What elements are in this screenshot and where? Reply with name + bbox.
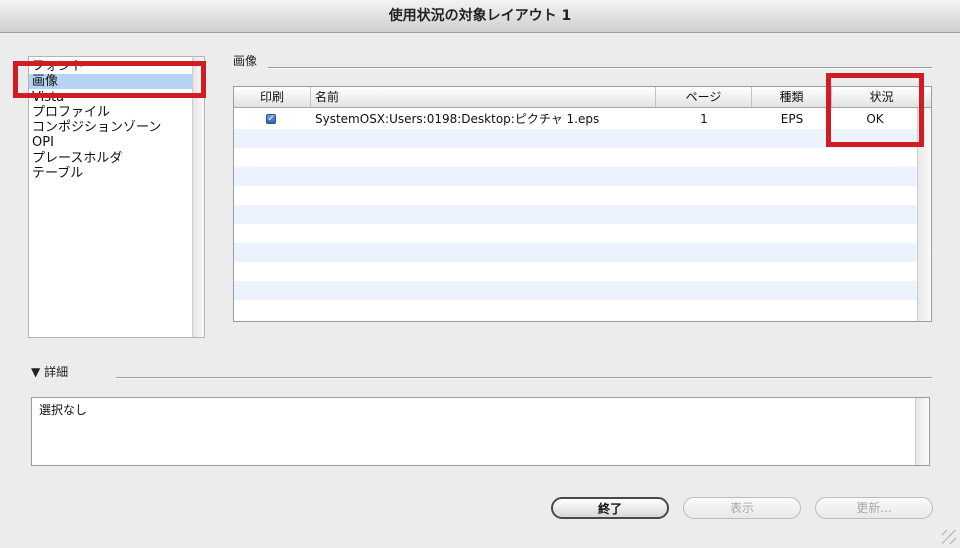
table-row-empty: [234, 300, 918, 319]
image-status-cell: OK: [866, 112, 884, 126]
category-list[interactable]: フォント 画像 Vista プロファイル コンポジションゾーン OPI プレース…: [28, 56, 205, 338]
image-type-cell: EPS: [780, 112, 804, 126]
table-row-empty: [234, 243, 918, 262]
details-text: 選択なし: [39, 403, 88, 417]
details-divider: [116, 377, 932, 379]
table-row[interactable]: ✓ SystemOSX:Users:0198:Desktop:ピクチャ 1.ep…: [234, 110, 918, 129]
table-row-empty: [234, 186, 918, 205]
table-row-empty: [234, 262, 918, 281]
sidebar-item-profiles[interactable]: プロファイル: [29, 105, 197, 120]
table-header: 印刷 名前 ページ 種類 状況: [234, 87, 931, 108]
column-header-page[interactable]: ページ: [656, 87, 752, 107]
sidebar-item-placeholders[interactable]: プレースホルダ: [29, 151, 197, 166]
images-table[interactable]: 印刷 名前 ページ 種類 状況 ✓ SystemOSX:Users:0198:D…: [233, 86, 932, 322]
sidebar-item-images[interactable]: 画像: [29, 74, 197, 89]
column-header-print[interactable]: 印刷: [234, 87, 311, 107]
table-row-empty: [234, 129, 918, 148]
window-title: 使用状況の対象レイアウト 1: [0, 0, 960, 33]
category-list-scrollbar[interactable]: [192, 57, 204, 337]
details-label: 詳細: [44, 365, 69, 379]
table-scrollbar[interactable]: [917, 108, 931, 321]
table-row-empty: [234, 224, 918, 243]
sidebar-item-tables[interactable]: テーブル: [29, 166, 197, 181]
update-button[interactable]: 更新...: [815, 497, 933, 519]
print-checkbox[interactable]: ✓: [266, 114, 276, 124]
done-button[interactable]: 終了: [551, 497, 669, 519]
sidebar-item-fonts[interactable]: フォント: [29, 59, 197, 74]
sidebar-item-composition-zones[interactable]: コンポジションゾーン: [29, 120, 197, 135]
sidebar-item-vista[interactable]: Vista: [29, 90, 197, 105]
resize-grip-icon[interactable]: [942, 530, 956, 544]
disclosure-triangle-icon: ▼: [31, 365, 41, 379]
table-row-empty: [234, 281, 918, 300]
details-area[interactable]: 選択なし: [31, 397, 930, 466]
table-row-empty: [234, 205, 918, 224]
images-group-label: 画像: [233, 54, 258, 68]
sidebar-item-opi[interactable]: OPI: [29, 135, 197, 150]
table-row-empty: [234, 148, 918, 167]
image-name-cell: SystemOSX:Users:0198:Desktop:ピクチャ 1.eps: [315, 112, 600, 126]
column-header-type[interactable]: 種類: [752, 87, 832, 107]
images-group-divider: [268, 67, 932, 69]
show-button[interactable]: 表示: [683, 497, 801, 519]
details-scrollbar[interactable]: [915, 398, 929, 465]
column-header-status[interactable]: 状況: [832, 87, 931, 107]
column-header-name[interactable]: 名前: [311, 87, 656, 107]
image-page-cell: 1: [700, 112, 708, 126]
details-toggle[interactable]: ▼ 詳細: [31, 363, 68, 380]
table-row-empty: [234, 167, 918, 186]
